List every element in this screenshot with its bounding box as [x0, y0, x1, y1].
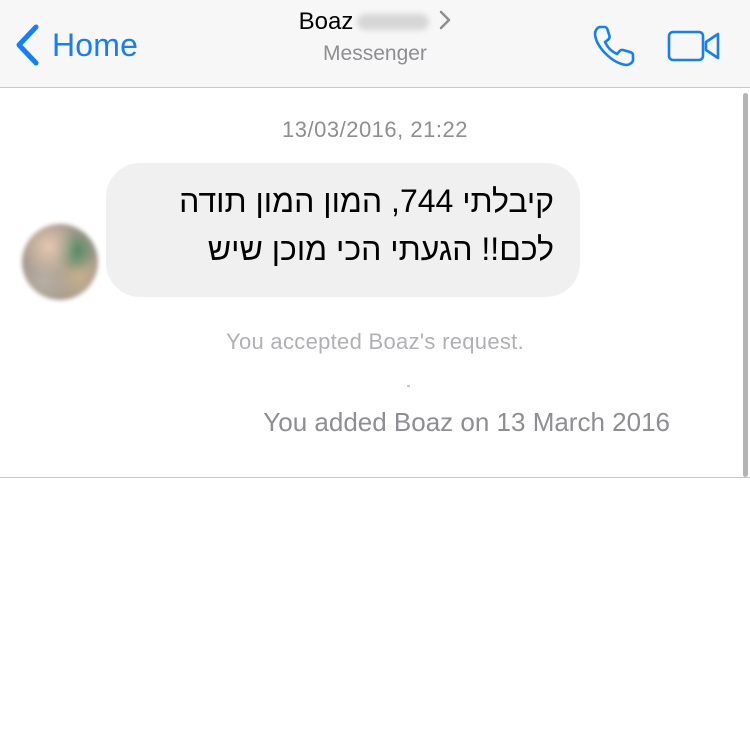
message-timestamp: 13/03/2016, 21:22 [282, 117, 468, 142]
chevron-left-icon [14, 23, 40, 67]
chevron-right-icon [439, 10, 451, 35]
scrollbar[interactable] [743, 93, 748, 477]
request-accepted-notice: You accepted Boaz's request. [226, 329, 524, 354]
video-camera-icon [666, 30, 722, 68]
message-bubble[interactable]: קיבלתי 744, המון המון תודה לכם!! הגעתי ה… [106, 163, 580, 297]
message-text-line: לכם!! הגעתי הכי מוכן שיש [207, 231, 554, 267]
back-button[interactable]: Home [14, 22, 138, 68]
contact-subtitle: Messenger [323, 42, 427, 65]
conversation-header: Boaz Messenger [250, 8, 500, 66]
contact-avatar[interactable] [22, 224, 98, 300]
phone-call-button[interactable] [590, 22, 638, 70]
back-label: Home [52, 26, 139, 63]
blank-area [0, 478, 750, 749]
blurred-surname [357, 14, 430, 30]
video-call-button[interactable] [666, 28, 722, 64]
phone-icon [590, 25, 638, 74]
separator-dot [407, 385, 410, 387]
navigation-bar: Home Boaz Messenger [0, 0, 750, 88]
contact-title-button[interactable]: Boaz [299, 8, 452, 36]
contact-name: Boaz [298, 8, 354, 35]
conversation-thread[interactable]: 13/03/2016, 21:22 קיבלתי 744, המון המון … [0, 89, 750, 477]
message-text-line: קיבלתי 744, המון המון תודה [179, 183, 554, 219]
contact-added-info: You added Boaz on 13 March 2016 [263, 407, 670, 437]
